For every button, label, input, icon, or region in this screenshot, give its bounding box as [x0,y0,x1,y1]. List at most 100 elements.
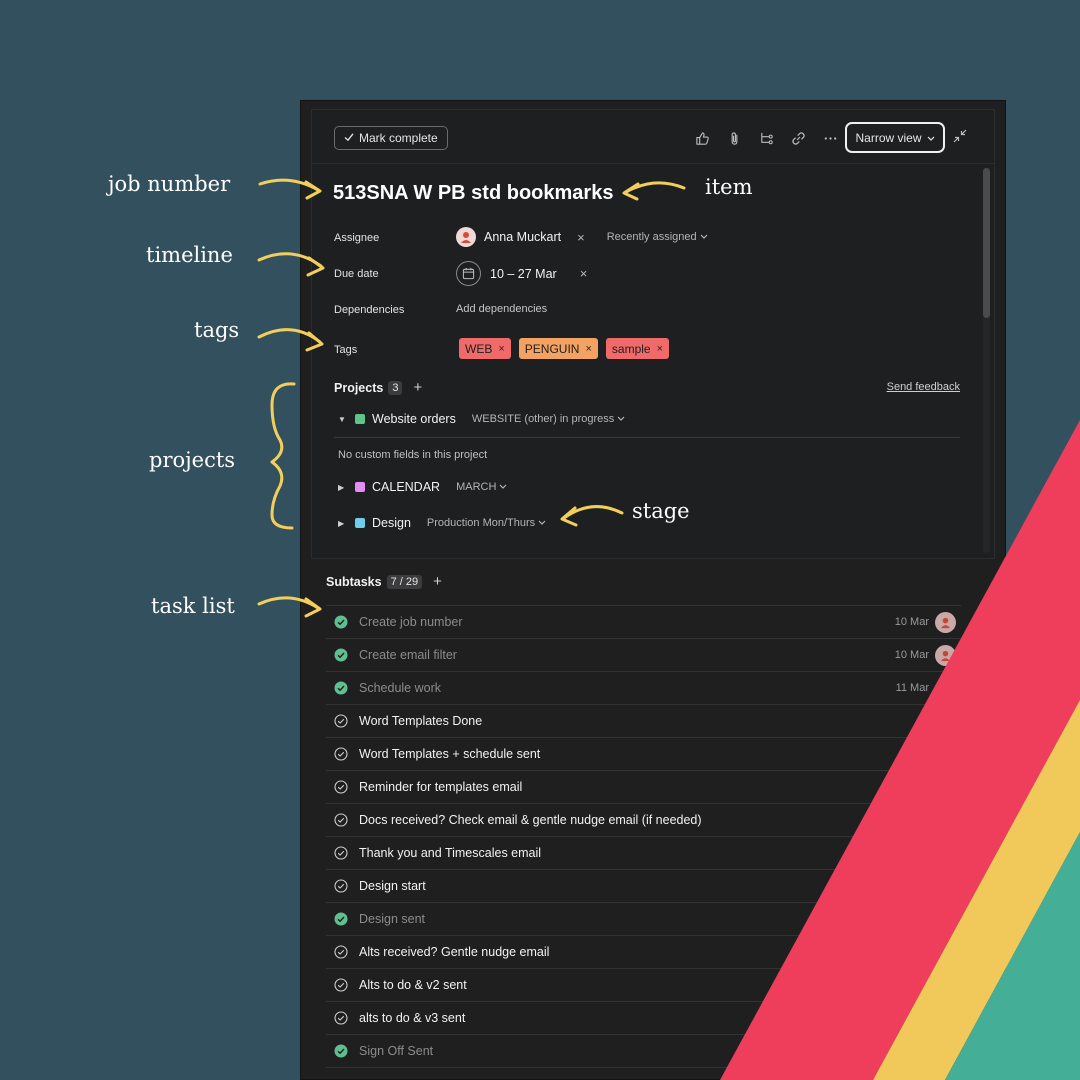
project-stage-dropdown[interactable]: MARCH [456,481,507,493]
subtask-row[interactable]: Word Templates Done [326,705,961,738]
check-circle-icon[interactable] [334,780,348,794]
subtask-row[interactable]: Alts to do & v2 sent [326,969,961,1002]
tag-penguin[interactable]: PENGUIN × [518,338,598,359]
check-circle-icon[interactable] [334,945,348,959]
subtask-title[interactable]: Create email filter [359,648,457,662]
mark-complete-label: Mark complete [359,131,438,145]
subtask-title[interactable]: Word Templates Done [359,714,482,728]
avatar[interactable] [935,644,956,666]
subtask-title[interactable]: Docs received? Check email & gentle nudg… [359,813,702,827]
mark-complete-button[interactable]: Mark complete [334,126,448,150]
check-circle-icon[interactable] [334,747,348,761]
remove-tag-icon[interactable]: × [498,343,504,355]
check-circle-icon[interactable] [334,1011,348,1025]
no-custom-fields-text: No custom fields in this project [338,449,488,461]
tag-sample[interactable]: sample × [605,338,670,359]
tag-web[interactable]: WEB × [459,338,511,359]
project-color-swatch [355,414,365,424]
avatar[interactable] [935,611,956,633]
subtask-due-date[interactable]: 10 Mar [895,616,929,628]
subtask-title[interactable]: Alts to do & v2 sent [359,978,467,992]
subtask-row[interactable]: Thank you and Timescales email [326,837,961,870]
check-circle-icon[interactable] [334,879,348,893]
subtask-title[interactable]: Design sent [359,912,425,926]
more-icon[interactable] [820,128,840,148]
assignee-field[interactable]: Anna Muckart × Recently assigned [456,227,708,247]
check-circle-icon[interactable] [334,846,348,860]
subtask-title[interactable]: Alts received? Gentle nudge email [359,945,549,959]
thumbs-up-icon[interactable] [692,128,712,148]
subtask-title[interactable]: Create job number [359,615,463,629]
paperclip-icon[interactable] [724,128,744,148]
due-date-field[interactable]: 10 – 27 Mar × [456,261,587,286]
remove-due-date-button[interactable]: × [580,266,588,281]
send-feedback-link[interactable]: Send feedback [887,381,960,393]
check-circle-filled-icon[interactable] [334,648,348,662]
link-icon[interactable] [788,128,808,148]
assignee-name[interactable]: Anna Muckart [484,230,561,244]
project-name[interactable]: Website orders [372,412,456,426]
expand-triangle-icon[interactable]: ▶ [338,483,348,492]
subtask-row[interactable]: Word Templates + schedule sent [326,738,961,771]
chevron-down-icon [538,520,546,525]
task-title[interactable]: 513SNA W PB std bookmarks [333,182,613,205]
subtask-title[interactable]: Design start [359,879,426,893]
expand-triangle-icon[interactable]: ▶ [338,519,348,528]
check-circle-filled-icon[interactable] [334,1044,348,1058]
add-dependencies-button[interactable]: Add dependencies [456,303,547,315]
expand-triangle-icon[interactable]: ▼ [338,415,348,424]
subtask-row[interactable]: Alts received? Gentle nudge email [326,936,961,969]
subtask-row[interactable]: Sign Off Sent [326,1035,961,1068]
annotation-task-list: task list [151,594,235,618]
subtask-title[interactable]: Schedule work [359,681,441,695]
annotation-stage: stage [632,499,690,523]
project-row-design[interactable]: ▶ Design Production Mon/Thurs [338,516,546,530]
subtask-title[interactable]: Sign Off Sent [359,1044,433,1058]
chevron-down-icon [927,131,935,145]
check-circle-icon[interactable] [334,813,348,827]
remove-tag-icon[interactable]: × [585,343,591,355]
subtask-title[interactable]: Thank you and Timescales email [359,846,541,860]
remove-tag-icon[interactable]: × [657,343,663,355]
narrow-view-button[interactable]: Narrow view [845,122,945,153]
subtask-row[interactable]: Docs received? Check email & gentle nudg… [326,804,961,837]
subtask-row[interactable]: Reminder for templates email [326,771,961,804]
check-circle-icon[interactable] [334,978,348,992]
add-subtask-button[interactable]: + [433,573,442,590]
task-detail-panel: Mark complete Narrow view 513SNA W PB st… [300,100,1006,1080]
recently-assigned-dropdown[interactable]: Recently assigned [607,231,708,243]
projects-count-badge: 3 [388,380,403,395]
subtask-title[interactable]: alts to do & v3 sent [359,1011,465,1025]
project-name[interactable]: Design [372,516,411,530]
check-circle-filled-icon[interactable] [334,681,348,695]
project-stage-dropdown[interactable]: Production Mon/Thurs [427,517,546,529]
project-row-calendar[interactable]: ▶ CALENDAR MARCH [338,480,507,494]
subtask-due-date[interactable]: 10 Mar [895,649,929,661]
scrollbar-thumb[interactable] [983,168,990,318]
project-row-website-orders[interactable]: ▼ Website orders WEBSITE (other) in prog… [338,412,625,426]
subtask-icon[interactable] [756,128,776,148]
tags-label: Tags [334,344,358,356]
subtask-row[interactable]: Create job number 10 Mar [326,606,961,639]
subtasks-label: Subtasks [326,574,382,589]
remove-assignee-button[interactable]: × [577,230,585,245]
check-circle-filled-icon[interactable] [334,912,348,926]
task-header-card: Mark complete Narrow view 513SNA W PB st… [311,109,995,559]
subtask-row[interactable]: Schedule work 11 Mar [326,672,961,705]
check-circle-icon[interactable] [334,714,348,728]
subtask-title[interactable]: Word Templates + schedule sent [359,747,540,761]
subtask-row[interactable]: Design sent [326,903,961,936]
subtask-row[interactable]: Create email filter 10 Mar [326,639,961,672]
project-name[interactable]: CALENDAR [372,480,440,494]
subtask-title[interactable]: Reminder for templates email [359,780,522,794]
subtask-row[interactable]: Design start [326,870,961,903]
check-circle-filled-icon[interactable] [334,615,348,629]
project-stage-dropdown[interactable]: WEBSITE (other) in progress [472,413,626,425]
tag-label: PENGUIN [524,341,580,356]
collapse-icon[interactable] [952,128,972,148]
due-date-value[interactable]: 10 – 27 Mar [490,267,557,281]
project-color-swatch [355,482,365,492]
subtask-row[interactable]: alts to do & v3 sent [326,1002,961,1035]
add-project-button[interactable]: + [413,379,422,396]
subtask-due-date[interactable]: 11 Mar [896,682,929,694]
